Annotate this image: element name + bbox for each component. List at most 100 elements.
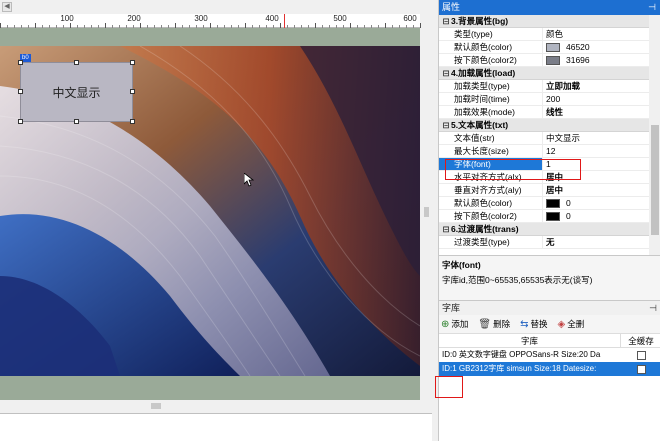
property-value-text: 无 — [546, 237, 555, 247]
font-library-rows: ID:0 英文数字键盘 OPPOSans-R Size:20 Da ID:1 GB… — [439, 348, 660, 376]
property-row[interactable]: 加载时间(time) 200 — [439, 93, 649, 106]
color-swatch[interactable] — [546, 55, 560, 65]
property-row[interactable]: 文本值(str) 中文显示 — [439, 132, 649, 145]
property-group-label: 6.过渡属性(trans) — [451, 224, 519, 234]
ruler-position-marker — [284, 14, 285, 28]
property-row[interactable]: 默认颜色(color) 0 — [439, 197, 649, 210]
full-cache-checkbox[interactable] — [636, 364, 646, 374]
canvas-vertical-scrollbar[interactable] — [420, 28, 432, 400]
add-font-button[interactable]: ⊕ 添加 — [441, 318, 468, 330]
property-name: 类型(type) — [439, 28, 543, 40]
property-value[interactable]: 0 — [543, 197, 649, 209]
output-pane — [0, 413, 432, 441]
property-group-header[interactable]: ⊟3.背景属性(bg) — [439, 15, 649, 28]
scrollbar-thumb[interactable] — [651, 125, 659, 235]
property-name: 按下颜色(color2) — [439, 54, 543, 66]
property-value[interactable]: 中文显示 — [543, 132, 649, 144]
property-group-label: 4.加载属性(load) — [451, 68, 516, 78]
property-value-text: 12 — [546, 146, 556, 156]
property-row[interactable]: 按下颜色(color2) 31696 — [439, 54, 649, 67]
resize-handle[interactable] — [18, 119, 23, 124]
pin-icon[interactable]: ⊣ — [649, 301, 657, 316]
color-swatch[interactable] — [546, 211, 560, 221]
ruler-label: 200 — [127, 14, 141, 23]
delete-font-button[interactable]: 🗑 删除 — [478, 318, 510, 330]
top-strip: ◀ — [0, 0, 420, 14]
ruler-label: 300 — [194, 14, 208, 23]
resize-handle[interactable] — [18, 60, 23, 65]
resize-handle[interactable] — [130, 119, 135, 124]
resize-handle[interactable] — [74, 119, 79, 124]
canvas-horizontal-scrollbar[interactable] — [0, 400, 432, 412]
table-row[interactable]: ID:0 英文数字键盘 OPPOSans-R Size:20 Da — [439, 348, 660, 362]
property-grid-scrollbar[interactable] — [649, 15, 660, 255]
property-value[interactable]: 线性 — [543, 106, 649, 118]
properties-title-text: 属性 — [442, 2, 461, 12]
property-value-text: 颜色 — [546, 29, 564, 39]
resize-handle[interactable] — [130, 60, 135, 65]
property-value-text: 0 — [566, 211, 571, 221]
property-group-label: 3.背景属性(bg) — [451, 16, 509, 26]
collapse-icon[interactable]: ⊟ — [441, 67, 451, 80]
collapse-icon[interactable]: ⊟ — [441, 223, 451, 236]
property-row[interactable]: 过渡类型(type) 无 — [439, 236, 649, 249]
property-value[interactable]: 31696 — [543, 54, 649, 66]
scrollbar-thumb[interactable] — [424, 207, 429, 217]
delete-label: 删除 — [493, 319, 511, 329]
cache-cell — [621, 348, 660, 362]
add-label: 添加 — [451, 319, 469, 329]
annotation-highlight-font-row — [445, 159, 581, 180]
description-text: 字库id,范围0~65535,65535表示无(谈写) — [442, 275, 593, 285]
property-row[interactable]: 加载效果(mode) 线性 — [439, 106, 649, 119]
property-value-text: 居中 — [546, 185, 564, 195]
replace-icon: ⇆ — [520, 318, 529, 330]
property-description: 字体(font) 字库id,范围0~65535,65535表示无(谈写) — [439, 255, 660, 298]
collapse-icon[interactable]: ⊟ — [441, 119, 451, 132]
property-row[interactable]: 默认颜色(color) 46520 — [439, 41, 649, 54]
property-row[interactable]: 加载类型(type) 立即加载 — [439, 80, 649, 93]
column-header-library[interactable]: 字库 — [439, 334, 621, 347]
replace-label: 替换 — [530, 319, 548, 329]
ruler-label: 400 — [265, 14, 279, 23]
column-header-cache[interactable]: 全缓存 — [621, 334, 660, 347]
property-row[interactable]: 类型(type) 颜色 — [439, 28, 649, 41]
property-group-header[interactable]: ⊟6.过渡属性(trans) — [439, 223, 649, 236]
property-name: 加载时间(time) — [439, 93, 543, 105]
resize-handle[interactable] — [130, 89, 135, 94]
property-value-text: 46520 — [566, 42, 590, 52]
property-value[interactable]: 居中 — [543, 184, 649, 196]
color-swatch[interactable] — [546, 42, 560, 52]
text-button-widget[interactable]: 中文显示 — [20, 62, 133, 122]
property-row[interactable]: 垂直对齐方式(aly) 居中 — [439, 184, 649, 197]
description-title: 字体(font) — [442, 260, 481, 270]
property-value[interactable]: 46520 — [543, 41, 649, 53]
design-area: ◀ 100 200 300 400 500 600 b0 中文显示 — [0, 0, 432, 441]
cache-cell — [621, 362, 660, 376]
app-window: ◀ 100 200 300 400 500 600 b0 中文显示 属性 ⊣ ⊟… — [0, 0, 660, 441]
pin-icon[interactable]: ⊣ — [648, 0, 656, 15]
property-group-header[interactable]: ⊟5.文本属性(txt) — [439, 119, 649, 132]
eraser-icon: ◈ — [557, 318, 566, 330]
resize-handle[interactable] — [74, 60, 79, 65]
collapse-icon[interactable]: ⊟ — [441, 15, 451, 28]
font-library-entry: ID:1 GB2312字库 simsun Size:18 Datesize: — [442, 364, 597, 373]
scrollbar-thumb[interactable] — [151, 403, 161, 409]
property-value[interactable]: 12 — [543, 145, 649, 157]
property-value[interactable]: 无 — [543, 236, 649, 248]
scroll-left-icon[interactable]: ◀ — [2, 2, 12, 12]
property-value[interactable]: 颜色 — [543, 28, 649, 40]
resize-handle[interactable] — [18, 89, 23, 94]
color-swatch[interactable] — [546, 198, 560, 208]
trash-icon: 🗑 — [478, 318, 492, 330]
property-value[interactable]: 200 — [543, 93, 649, 105]
property-value[interactable]: 0 — [543, 210, 649, 222]
table-row[interactable]: ID:1 GB2312字库 simsun Size:18 Datesize: — [439, 362, 660, 376]
replace-font-button[interactable]: ⇆ 替换 — [520, 318, 547, 330]
property-row[interactable]: 按下颜色(color2) 0 — [439, 210, 649, 223]
clear-all-button[interactable]: ◈ 全删 — [558, 318, 585, 330]
property-group-header[interactable]: ⊟4.加载属性(load) — [439, 67, 649, 80]
property-value[interactable]: 立即加载 — [543, 80, 649, 92]
full-cache-checkbox[interactable] — [636, 350, 646, 360]
property-row[interactable]: 最大长度(size) 12 — [439, 145, 649, 158]
property-value-text: 31696 — [566, 55, 590, 65]
